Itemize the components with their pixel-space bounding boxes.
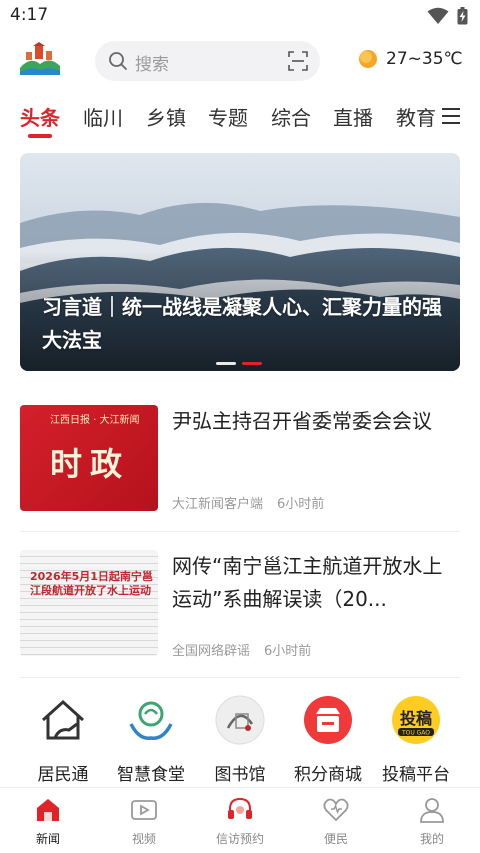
carousel-dot-active xyxy=(242,362,262,365)
nav-label: 我的 xyxy=(419,832,444,846)
tab-toutiao[interactable]: 头条 xyxy=(20,102,60,131)
user-icon xyxy=(420,798,444,823)
nav-profile[interactable]: 我的 xyxy=(392,796,472,847)
nav-petition[interactable]: 信访预约 xyxy=(200,796,280,847)
scan-icon[interactable] xyxy=(288,51,308,71)
search-input[interactable]: 搜索 xyxy=(135,50,169,75)
thumbnail-label: 时政 xyxy=(50,445,131,483)
tab-zonghe[interactable]: 综合 xyxy=(271,102,311,131)
nav-news[interactable]: 新闻 xyxy=(8,796,88,847)
submission-icon: 投稿 TOU GAO xyxy=(392,696,440,744)
news-meta: 全国网络辟谣 6小时前 xyxy=(172,640,311,659)
search-box[interactable]: 搜索 xyxy=(95,41,320,81)
news-source: 大江新闻客户端 xyxy=(172,497,264,512)
heart-icon xyxy=(323,798,349,822)
quick-item-resident[interactable]: 居民通 xyxy=(18,694,108,785)
nav-convenience[interactable]: 便民 xyxy=(296,796,376,847)
news-title[interactable]: 网传“南宁邕江主航道开放水上运动”系曲解误读（20... xyxy=(172,550,460,616)
library-icon xyxy=(215,695,265,745)
weather-temperature: 27~35℃ xyxy=(386,49,463,69)
thumbnail-brand: 江西日报 · 大江新闻 xyxy=(50,415,140,426)
points-mall-icon xyxy=(304,696,352,744)
wifi-icon xyxy=(427,7,449,24)
quick-label: 图书馆 xyxy=(214,765,266,785)
headset-icon xyxy=(228,797,252,819)
quick-label: 投稿平台 xyxy=(382,765,450,785)
news-item[interactable]: 2026年5月1日起南宁邕江段航道开放了水上运动 网传“南宁邕江主航道开放水上运… xyxy=(20,550,460,660)
banner-title[interactable]: 习言道｜统一战线是凝聚人心、汇聚力量的强大法宝 xyxy=(42,291,442,357)
news-time: 6小时前 xyxy=(264,644,312,659)
status-time: 4:17 xyxy=(10,5,49,25)
quick-item-submission[interactable]: 投稿 TOU GAO 投稿平台 xyxy=(371,694,461,785)
video-icon xyxy=(131,800,157,820)
news-meta: 大江新闻客户端 6小时前 xyxy=(172,493,324,512)
headline-banner[interactable]: 习言道｜统一战线是凝聚人心、汇聚力量的强大法宝 xyxy=(20,153,460,371)
quick-item-points-mall[interactable]: 积分商城 xyxy=(283,694,373,785)
news-title[interactable]: 尹弘主持召开省委常委会会议 xyxy=(172,405,460,438)
status-icons xyxy=(427,7,468,25)
active-tab-indicator xyxy=(28,134,52,138)
tab-linchuan[interactable]: 临川 xyxy=(83,102,123,131)
news-thumbnail: 2026年5月1日起南宁邕江段航道开放了水上运动 xyxy=(20,550,158,656)
bottom-navigation: 新闻 视频 信访预约 便民 我的 xyxy=(0,787,480,853)
canteen-icon xyxy=(129,701,173,740)
thumbnail-stamp: 2026年5月1日起南宁邕江段航道开放了水上运动 xyxy=(30,570,153,597)
news-home-icon xyxy=(37,799,59,821)
category-tabs: 头条 临川 乡镇 专题 综合 直播 教育 xyxy=(0,96,480,142)
battery-icon xyxy=(457,7,468,25)
carousel-indicator xyxy=(216,362,262,365)
weather-widget[interactable]: 27~35℃ xyxy=(358,49,463,69)
nav-video[interactable]: 视频 xyxy=(104,796,184,847)
submission-icon-text: 投稿 xyxy=(400,709,432,728)
tab-zhibo[interactable]: 直播 xyxy=(333,102,373,131)
quick-access-row: 居民通 智慧食堂 图书馆 积分商城 投稿 TOU GAO 投稿平台 xyxy=(0,694,480,785)
sun-icon xyxy=(359,50,377,68)
search-icon xyxy=(109,52,127,70)
news-thumbnail: 江西日报 · 大江新闻 时政 xyxy=(20,405,158,511)
divider xyxy=(20,531,460,532)
news-source: 全国网络辟谣 xyxy=(172,644,251,659)
nav-label: 新闻 xyxy=(35,832,60,846)
tab-zhuanti[interactable]: 专题 xyxy=(208,102,248,131)
news-time: 6小时前 xyxy=(277,497,325,512)
news-item[interactable]: 江西日报 · 大江新闻 时政 尹弘主持召开省委常委会会议 大江新闻客户端 6小时… xyxy=(20,405,460,513)
tab-jiaoyu[interactable]: 教育 xyxy=(396,102,436,131)
app-logo xyxy=(20,42,60,75)
nav-label: 便民 xyxy=(323,832,348,846)
house-icon xyxy=(41,699,85,740)
menu-icon[interactable] xyxy=(441,106,461,126)
quick-label: 积分商城 xyxy=(294,765,362,785)
status-bar: 4:17 xyxy=(0,0,480,32)
divider xyxy=(20,677,460,678)
carousel-dot xyxy=(216,362,236,365)
header: 搜索 27~35℃ xyxy=(0,36,480,86)
quick-item-canteen[interactable]: 智慧食堂 xyxy=(106,694,196,785)
nav-label: 信访预约 xyxy=(215,832,264,846)
quick-label: 智慧食堂 xyxy=(117,765,185,785)
nav-label: 视频 xyxy=(131,832,156,846)
quick-item-library[interactable]: 图书馆 xyxy=(195,694,285,785)
quick-label: 居民通 xyxy=(37,765,89,785)
tab-xiangzhen[interactable]: 乡镇 xyxy=(146,102,186,131)
submission-icon-subtext: TOU GAO xyxy=(401,730,430,737)
